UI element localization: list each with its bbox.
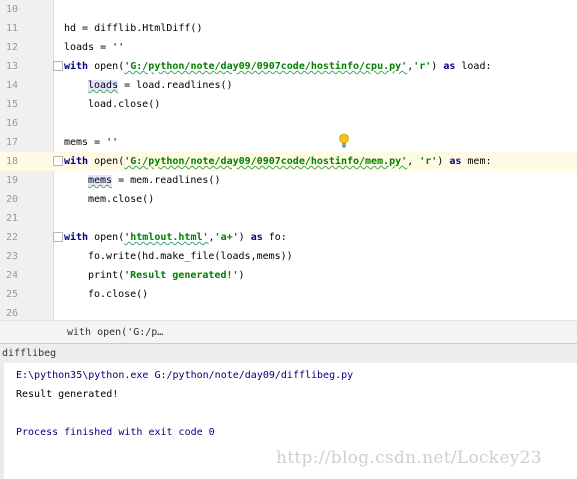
code-text: mems = '' (64, 137, 119, 148)
code-line-19[interactable]: 19 mems = mem.readlines() (0, 171, 577, 190)
line-number: 13 (6, 61, 19, 72)
line-number: 11 (6, 23, 19, 34)
line-number: 19 (6, 175, 19, 186)
keyword: with (64, 61, 89, 72)
line-number: 23 (6, 251, 19, 262)
line-number: 26 (6, 308, 19, 319)
breadcrumb[interactable]: with open('G:/p… (0, 320, 577, 344)
code-text: mems = mem.readlines() (88, 175, 221, 186)
line-number: 15 (6, 99, 19, 110)
code-text: hd = difflib.HtmlDiff() (64, 23, 203, 34)
string-literal: 'r' (419, 156, 438, 167)
code-editor[interactable]: 10 11 hd = difflib.HtmlDiff() 12 loads =… (0, 0, 577, 320)
line-number: 10 (6, 4, 19, 15)
code-line-11[interactable]: 11 hd = difflib.HtmlDiff() (0, 19, 577, 38)
code-text: loads = load.readlines() (88, 80, 233, 91)
code-line-10[interactable]: 10 (0, 0, 577, 19)
console-output-line: Result generated! (16, 389, 119, 400)
string-literal: '' (106, 137, 119, 148)
code-text: mem.close() (88, 194, 155, 205)
console-command-line: E:\python35\python.exe G:/python/note/da… (16, 370, 354, 381)
code-line-21[interactable]: 21 (0, 209, 577, 228)
console-toolbar-strip (0, 363, 4, 479)
line-number: 14 (6, 80, 19, 91)
lightbulb-icon[interactable] (338, 133, 350, 148)
code-text: load.close() (88, 99, 161, 110)
code-line-18[interactable]: 18 with open('G:/python/note/day09/0907c… (0, 152, 577, 171)
code-text: with open('G:/python/note/day09/0907code… (64, 61, 492, 72)
run-panel-header[interactable]: difflibeg (0, 343, 577, 364)
fold-marker-icon[interactable] (53, 156, 63, 166)
code-line-12[interactable]: 12 loads = '' (0, 38, 577, 57)
code-text: loads = '' (64, 42, 125, 53)
line-number: 22 (6, 232, 19, 243)
code-line-23[interactable]: 23 fo.write(hd.make_file(loads,mems)) (0, 247, 577, 266)
code-text: with open('htmlout.html','a+') as fo: (64, 232, 287, 243)
line-number: 20 (6, 194, 19, 205)
code-text: with open('G:/python/note/day09/0907code… (64, 156, 492, 167)
line-number: 16 (6, 118, 19, 129)
code-line-22[interactable]: 22 with open('htmlout.html','a+') as fo: (0, 228, 577, 247)
string-literal: 'G:/python/note/day09/0907code/hostinfo/… (124, 61, 408, 72)
string-literal: '' (112, 42, 125, 53)
line-number: 24 (6, 270, 19, 281)
code-line-13[interactable]: 13 with open('G:/python/note/day09/0907c… (0, 57, 577, 76)
run-config-tab[interactable]: difflibeg (2, 346, 56, 361)
code-line-26[interactable]: 26 (0, 304, 577, 320)
string-literal: 'htmlout.html' (124, 232, 209, 243)
code-text: fo.write(hd.make_file(loads,mems)) (88, 251, 293, 262)
line-number: 17 (6, 137, 19, 148)
code-line-16[interactable]: 16 (0, 114, 577, 133)
code-line-17[interactable]: 17 mems = '' (0, 133, 577, 152)
breadcrumb-item[interactable]: with open('G:/p… (67, 324, 163, 341)
string-literal: 'G:/python/note/day09/0907code/hostinfo/… (124, 156, 408, 167)
keyword: as (449, 156, 462, 167)
string-literal: 'Result generated!' (124, 270, 239, 281)
code-text: print('Result generated!') (88, 270, 245, 281)
code-line-14[interactable]: 14 loads = load.readlines() (0, 76, 577, 95)
code-line-25[interactable]: 25 fo.close() (0, 285, 577, 304)
keyword: as (443, 61, 456, 72)
console-exit-line: Process finished with exit code 0 (16, 427, 215, 438)
keyword: as (250, 232, 263, 243)
code-line-24[interactable]: 24 print('Result generated!') (0, 266, 577, 285)
code-line-15[interactable]: 15 load.close() (0, 95, 577, 114)
variable-highlight: mems (88, 175, 113, 186)
string-literal: 'a+' (214, 232, 239, 243)
code-text: fo.close() (88, 289, 149, 300)
fold-marker-icon[interactable] (53, 232, 63, 242)
fold-marker-icon[interactable] (53, 61, 63, 71)
keyword: with (64, 232, 89, 243)
line-number: 21 (6, 213, 19, 224)
variable-highlight: loads (88, 80, 119, 91)
line-number: 12 (6, 42, 19, 53)
watermark: http://blog.csdn.net/Lockey23 (276, 448, 542, 468)
line-number: 18 (6, 156, 19, 167)
code-line-20[interactable]: 20 mem.close() (0, 190, 577, 209)
keyword: with (64, 156, 89, 167)
line-number: 25 (6, 289, 19, 300)
string-literal: 'r' (413, 61, 432, 72)
